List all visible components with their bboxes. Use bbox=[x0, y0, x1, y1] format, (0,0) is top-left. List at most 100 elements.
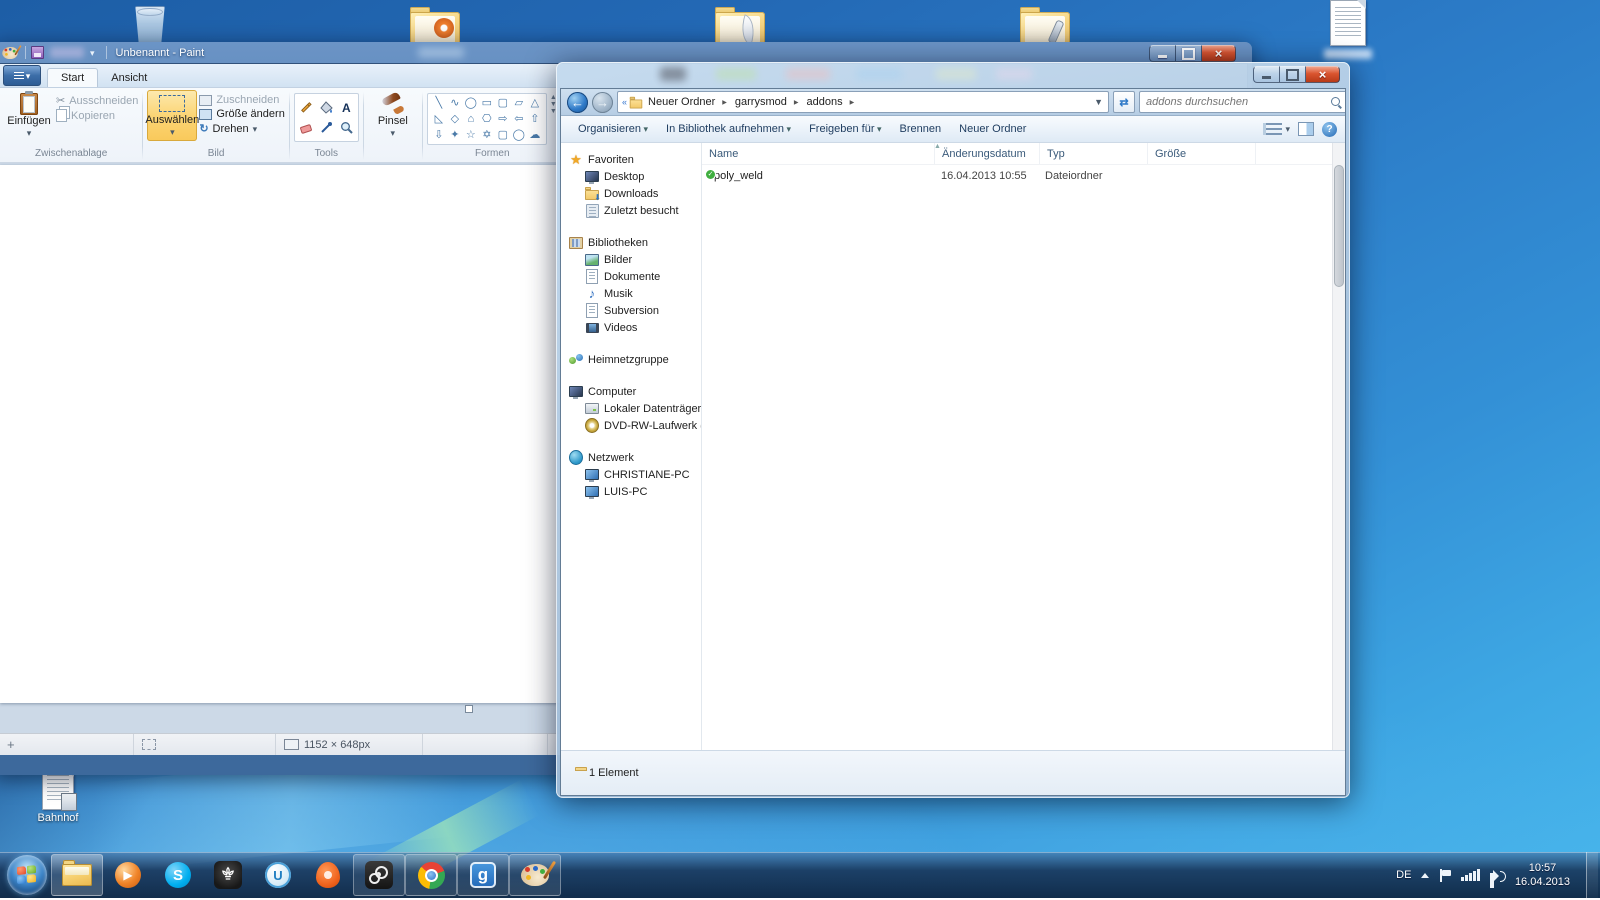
column-header-type[interactable]: Typ bbox=[1040, 143, 1148, 164]
help-button[interactable]: ? bbox=[1322, 122, 1337, 137]
maximize-button[interactable] bbox=[1176, 45, 1202, 62]
search-input[interactable] bbox=[1144, 95, 1331, 109]
brush-button[interactable]: Pinsel bbox=[368, 90, 418, 142]
show-hidden-icons-button[interactable] bbox=[1421, 873, 1429, 878]
text-tool[interactable]: A bbox=[337, 98, 356, 117]
organize-menu[interactable]: Organisieren bbox=[569, 123, 657, 135]
sidebar-item-downloads[interactable]: Downloads bbox=[569, 185, 701, 202]
rotate-button[interactable]: Drehen bbox=[199, 122, 284, 135]
shape-curve[interactable]: ∿ bbox=[450, 98, 459, 109]
paint-menu-button[interactable] bbox=[3, 65, 41, 86]
sidebar-item-subversion[interactable]: Subversion bbox=[569, 302, 701, 319]
shape-four-point-star[interactable]: ✦ bbox=[450, 130, 459, 141]
action-center-flag-icon[interactable] bbox=[1439, 869, 1451, 882]
shape-ellipse[interactable]: ◯ bbox=[465, 98, 477, 109]
shape-rounded-rectangle[interactable]: ▢ bbox=[498, 98, 508, 109]
sidebar-item-bibliotheken[interactable]: Bibliotheken bbox=[569, 234, 701, 251]
canvas-resize-handle[interactable] bbox=[465, 705, 473, 713]
sidebar-item-zuletzt-besucht[interactable]: Zuletzt besucht bbox=[569, 202, 701, 219]
column-header-size[interactable]: Größe bbox=[1148, 143, 1256, 164]
explorer-title-bar[interactable]: × bbox=[556, 62, 1350, 88]
shape-diamond[interactable]: ◇ bbox=[451, 114, 459, 125]
column-header-name[interactable]: Name bbox=[702, 143, 935, 164]
desktop-icon-document[interactable] bbox=[1310, 2, 1386, 59]
shape-triangle[interactable]: △ bbox=[531, 98, 539, 109]
file-row-poly-weld[interactable]: ✓poly_weld 16.04.2013 10:55 Dateiordner bbox=[702, 165, 1345, 186]
sidebar-item-dokumente[interactable]: Dokumente bbox=[569, 268, 701, 285]
cut-button[interactable]: Ausschneiden bbox=[56, 94, 138, 107]
change-view-button[interactable] bbox=[1263, 123, 1290, 135]
share-with-menu[interactable]: Freigeben für bbox=[800, 123, 890, 135]
taskbar-button-explorer[interactable] bbox=[51, 854, 103, 896]
breadcrumb-addons[interactable]: addons bbox=[806, 96, 862, 108]
preview-pane-button[interactable] bbox=[1298, 122, 1314, 136]
sidebar-item-bilder[interactable]: Bilder bbox=[569, 251, 701, 268]
breadcrumb-neuer-ordner[interactable]: Neuer Ordner bbox=[647, 96, 734, 108]
magnifier-tool[interactable] bbox=[337, 118, 356, 137]
taskbar-button-origin[interactable] bbox=[303, 855, 353, 895]
taskbar-button-game-emblem[interactable] bbox=[203, 855, 253, 895]
volume-icon[interactable] bbox=[1490, 869, 1505, 882]
sidebar-item-videos[interactable]: Videos bbox=[569, 319, 701, 336]
tab-ansicht[interactable]: Ansicht bbox=[98, 69, 160, 87]
sidebar-item-heimnetzgruppe[interactable]: Heimnetzgruppe bbox=[569, 351, 701, 368]
taskbar-clock[interactable]: 10:57 16.04.2013 bbox=[1515, 861, 1570, 890]
pencil-tool[interactable] bbox=[297, 98, 316, 117]
color-picker-tool[interactable] bbox=[317, 118, 336, 137]
shape-six-point-star[interactable]: ✡ bbox=[482, 130, 491, 141]
minimize-button[interactable] bbox=[1149, 45, 1176, 62]
sidebar-item-luis-pc[interactable]: LUIS-PC bbox=[569, 483, 701, 500]
include-in-library-menu[interactable]: In Bibliothek aufnehmen bbox=[657, 123, 800, 135]
maximize-button[interactable] bbox=[1280, 66, 1306, 83]
taskbar-button-media-player[interactable]: ▶ bbox=[103, 855, 153, 895]
address-dropdown-icon[interactable]: ▼ bbox=[1091, 97, 1106, 107]
shape-cloud-callout[interactable]: ☁ bbox=[529, 130, 540, 141]
quick-access-dropdown-icon[interactable] bbox=[90, 47, 95, 59]
shape-left-arrow[interactable]: ⇦ bbox=[514, 114, 523, 125]
taskbar-button-uplay[interactable]: U bbox=[253, 855, 303, 895]
forward-button[interactable]: → bbox=[592, 92, 613, 113]
copy-button[interactable]: Kopieren bbox=[56, 109, 138, 122]
address-history-chevron-icon[interactable]: « bbox=[622, 97, 627, 107]
close-button[interactable]: × bbox=[1306, 66, 1340, 83]
shape-oval-callout[interactable]: ◯ bbox=[513, 130, 525, 141]
sidebar-item-christiane-pc[interactable]: CHRISTIANE-PC bbox=[569, 466, 701, 483]
vertical-scrollbar[interactable] bbox=[1332, 143, 1345, 750]
crop-button[interactable]: Zuschneiden bbox=[199, 94, 284, 106]
breadcrumb-garrysmod[interactable]: garrysmod bbox=[734, 96, 806, 108]
burn-button[interactable]: Brennen bbox=[891, 123, 951, 135]
sidebar-item-computer[interactable]: Computer bbox=[569, 383, 701, 400]
language-indicator[interactable]: DE bbox=[1396, 869, 1411, 881]
back-button[interactable]: ← bbox=[567, 92, 588, 113]
minimize-button[interactable] bbox=[1253, 66, 1280, 83]
taskbar-button-skype[interactable]: S bbox=[153, 855, 203, 895]
shape-polygon[interactable]: ▱ bbox=[515, 98, 523, 109]
taskbar-button-chrome[interactable] bbox=[405, 854, 457, 896]
shape-up-arrow[interactable]: ⇧ bbox=[530, 114, 539, 125]
scrollbar-thumb[interactable] bbox=[1334, 165, 1344, 287]
start-button[interactable] bbox=[7, 855, 47, 895]
shape-hexagon[interactable]: ⎔ bbox=[482, 114, 492, 125]
taskbar-button-steam[interactable] bbox=[353, 854, 405, 896]
resize-button[interactable]: Größe ändern bbox=[199, 108, 284, 120]
show-desktop-button[interactable] bbox=[1586, 852, 1598, 898]
shape-right-triangle[interactable]: ◺ bbox=[435, 114, 443, 125]
network-status-icon[interactable] bbox=[1461, 869, 1480, 881]
save-icon[interactable] bbox=[31, 46, 44, 59]
taskbar-button-paint[interactable] bbox=[509, 854, 561, 896]
eraser-tool[interactable] bbox=[297, 118, 316, 137]
shape-rounded-callout[interactable]: ▢ bbox=[498, 130, 508, 141]
sidebar-item-dvd-laufwerk[interactable]: DVD-RW-Laufwerk ( bbox=[569, 417, 701, 434]
new-folder-button[interactable]: Neuer Ordner bbox=[950, 123, 1035, 135]
select-button[interactable]: Auswählen bbox=[147, 90, 197, 141]
sidebar-item-favoriten[interactable]: Favoriten bbox=[569, 151, 701, 168]
sidebar-item-desktop[interactable]: Desktop bbox=[569, 168, 701, 185]
close-button[interactable]: × bbox=[1202, 45, 1236, 62]
shape-pentagon[interactable]: ⌂ bbox=[467, 114, 474, 125]
address-bar[interactable]: « Neuer Ordner garrysmod addons ▼ bbox=[617, 91, 1109, 113]
sidebar-item-netzwerk[interactable]: Netzwerk bbox=[569, 449, 701, 466]
column-header-modified[interactable]: Änderungsdatum bbox=[935, 143, 1040, 164]
shape-down-arrow[interactable]: ⇩ bbox=[434, 130, 443, 141]
shape-rectangle[interactable]: ▭ bbox=[482, 98, 492, 109]
refresh-button[interactable]: ⇄ bbox=[1113, 91, 1135, 113]
